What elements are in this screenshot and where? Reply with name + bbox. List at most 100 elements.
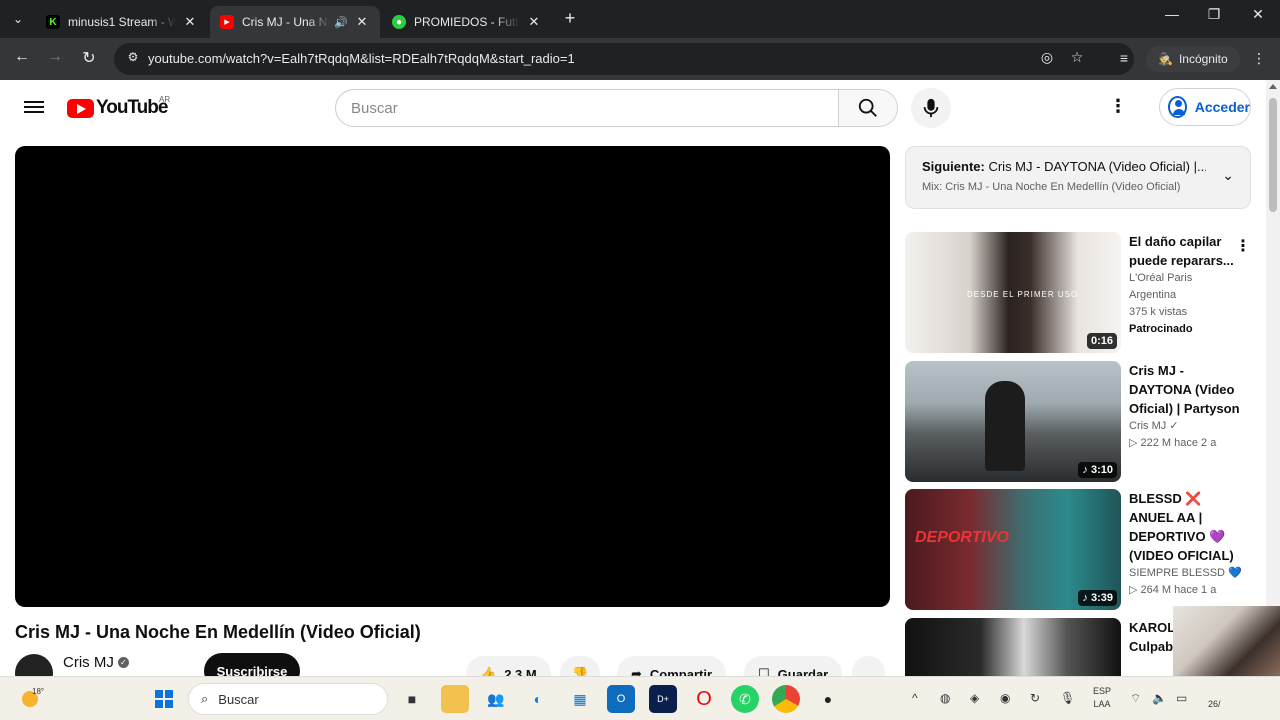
edge-icon[interactable]: ◐: [524, 685, 552, 713]
taskbar-search-box[interactable]: ⌕ Buscar: [188, 683, 388, 715]
task-view-icon[interactable]: ■: [398, 685, 426, 713]
voice-search-button[interactable]: [911, 88, 951, 128]
volume-icon[interactable]: 🔈: [1152, 691, 1167, 705]
scroll-up-arrow-icon[interactable]: [1269, 84, 1277, 89]
sign-in-button[interactable]: Acceder: [1159, 88, 1251, 126]
recommendation-title[interactable]: BLESSD ❌ ANUEL AA | DEPORTIVO 💜 (VIDEO O…: [1129, 489, 1249, 565]
share-button[interactable]: ➦ Compartir: [617, 656, 727, 677]
youtube-logo[interactable]: YouTube: [67, 97, 168, 119]
guide-menu-icon[interactable]: [24, 98, 44, 116]
channel-avatar[interactable]: [15, 654, 53, 676]
search-input[interactable]: Buscar: [335, 89, 838, 127]
audio-playing-icon[interactable]: 🔊: [334, 16, 348, 29]
more-actions-button[interactable]: …: [852, 656, 885, 676]
thumbnail-overlay-text: DESDE EL PRIMER USO: [967, 290, 1079, 299]
tab-youtube-video[interactable]: ▶ Cris MJ - Una No 🔊 ✕: [210, 6, 380, 38]
video-thumbnail[interactable]: ♪ 3:10: [905, 361, 1121, 482]
reload-icon[interactable]: ↻: [77, 48, 101, 68]
media-controls-icon[interactable]: ≡: [1114, 50, 1134, 66]
minimize-window-button[interactable]: —: [1157, 6, 1187, 22]
wifi-icon[interactable]: ⌔: [1130, 691, 1141, 706]
more-options-icon[interactable]: ⋮: [1235, 236, 1251, 256]
opera-icon[interactable]: O: [690, 685, 718, 713]
recommendation-title[interactable]: El daño capilar puede reparars...: [1129, 232, 1249, 270]
close-tab-icon[interactable]: ✕: [354, 14, 370, 30]
incognito-badge[interactable]: 🕵 Incógnito: [1146, 46, 1240, 72]
video-thumbnail[interactable]: [905, 618, 1121, 676]
site-info-icon[interactable]: ⚙: [124, 50, 142, 68]
dislike-button[interactable]: 👎: [560, 656, 601, 676]
channel-name-link[interactable]: Cris MJ ✓: [63, 654, 129, 671]
browser-menu-icon[interactable]: ⋮: [1249, 50, 1269, 67]
save-playlist-icon: ☐: [758, 666, 770, 676]
recommendation-item[interactable]: DEPORTIVO ♪ 3:39 BLESSD ❌ ANUEL AA | DEP…: [905, 489, 1255, 611]
show-hidden-icons-chevron[interactable]: ^: [912, 691, 918, 705]
whatsapp-icon[interactable]: ✆: [731, 685, 759, 713]
verified-check-icon: ✓: [117, 657, 129, 668]
tray-app-icon[interactable]: ◉: [1000, 691, 1010, 705]
back-arrow-icon[interactable]: ←: [10, 48, 34, 66]
tab-promiedos[interactable]: ● PROMIEDOS - Futbol ✕: [382, 6, 552, 38]
tray-app-icon[interactable]: ◍: [940, 691, 950, 705]
teams-icon[interactable]: 👥: [482, 685, 510, 713]
browser-tab-strip: ⌄ K minusis1 Stream - W ✕ ▶ Cris MJ - Un…: [0, 0, 1280, 38]
forward-arrow-icon[interactable]: →: [43, 48, 67, 66]
store-icon[interactable]: ▦: [566, 685, 594, 713]
up-next-title: Cris MJ - DAYTONA (Video Oficial) |...: [988, 159, 1206, 174]
tray-app-icon[interactable]: ↻: [1030, 691, 1040, 705]
recommendation-channel: L'Oréal Paris: [1129, 272, 1193, 284]
share-label: Compartir: [649, 666, 713, 677]
browser-toolbar: ← → ↻ ⚙ youtube.com/watch?v=Ealh7tRqdqM&…: [0, 38, 1280, 80]
recommendation-views: ▷ 222 M hace 2 a: [1129, 437, 1217, 449]
youtube-play-icon: [67, 98, 94, 118]
weather-widget[interactable]: 18°: [18, 685, 46, 713]
taskbar-clock[interactable]: 26/: [1208, 699, 1221, 709]
chrome-icon[interactable]: [772, 685, 800, 713]
obs-icon[interactable]: ●: [814, 685, 842, 713]
recommendation-channel: Cris MJ ✓: [1129, 420, 1179, 432]
thumbs-down-icon: 👎: [572, 666, 589, 676]
up-next-banner[interactable]: Siguiente: Cris MJ - DAYTONA (Video Ofic…: [905, 146, 1251, 209]
tab-search-menu-button[interactable]: ⌄: [6, 7, 30, 31]
search-button[interactable]: [838, 89, 898, 127]
tray-app-icon[interactable]: ◈: [970, 691, 979, 705]
disney-plus-icon[interactable]: D+: [649, 685, 677, 713]
video-thumbnail[interactable]: DEPORTIVO ♪ 3:39: [905, 489, 1121, 610]
battery-icon[interactable]: ▭: [1176, 691, 1187, 705]
recommendation-title[interactable]: Cris MJ - DAYTONA (Video Oficial) | Part…: [1129, 361, 1249, 418]
up-next-mix: Mix: Cris MJ - Una Noche En Medellín (Vi…: [922, 181, 1181, 193]
close-window-button[interactable]: ✕: [1243, 6, 1273, 23]
recommendation-views: ▷ 264 M hace 1 a: [1129, 584, 1217, 596]
youtube-wordmark: YouTube: [96, 97, 168, 118]
close-tab-icon[interactable]: ✕: [526, 14, 542, 30]
duration-badge: ♪ 3:39: [1078, 590, 1117, 606]
youtube-page: YouTube AR Buscar ⋮ Acceder Cris MJ - Un…: [0, 80, 1266, 676]
tracking-protection-icon[interactable]: ◎: [1037, 49, 1057, 66]
outlook-icon[interactable]: O: [607, 685, 635, 713]
duration-badge: 0:16: [1086, 333, 1117, 349]
restore-window-button[interactable]: ❐: [1199, 6, 1229, 23]
tab-kick-stream[interactable]: K minusis1 Stream - W ✕: [36, 6, 208, 38]
chevron-down-icon[interactable]: ⌄: [1222, 167, 1234, 184]
language-indicator[interactable]: ESP LAA: [1093, 685, 1111, 711]
recommendation-item[interactable]: ♪ 3:10 Cris MJ - DAYTONA (Video Oficial)…: [905, 361, 1255, 483]
settings-kebab-icon[interactable]: ⋮: [1108, 96, 1128, 117]
youtube-logo-icon: ▶: [220, 15, 234, 29]
bookmark-star-icon[interactable]: ☆: [1067, 49, 1087, 66]
page-scrollbar[interactable]: [1266, 80, 1280, 676]
close-tab-icon[interactable]: ✕: [182, 14, 198, 30]
like-button[interactable]: 👍 2,3 M: [466, 656, 551, 676]
video-player[interactable]: [15, 146, 890, 607]
windows-start-icon[interactable]: [150, 685, 178, 713]
address-bar[interactable]: ⚙ youtube.com/watch?v=Ealh7tRqdqM&list=R…: [114, 43, 1134, 75]
url-text[interactable]: youtube.com/watch?v=Ealh7tRqdqM&list=RDE…: [148, 51, 575, 66]
like-count: 2,3 M: [504, 666, 537, 677]
scrollbar-thumb[interactable]: [1269, 98, 1277, 212]
save-button[interactable]: ☐ Guardar: [744, 656, 843, 676]
video-thumbnail[interactable]: DESDE EL PRIMER USO 0:16: [905, 232, 1121, 353]
recommendation-item[interactable]: DESDE EL PRIMER USO 0:16 El daño capilar…: [905, 232, 1255, 354]
file-explorer-icon[interactable]: [441, 685, 469, 713]
subscribe-button[interactable]: Suscribirse: [204, 653, 300, 676]
microphone-icon[interactable]: 🎙: [1060, 691, 1075, 705]
new-tab-button[interactable]: +: [560, 8, 580, 29]
